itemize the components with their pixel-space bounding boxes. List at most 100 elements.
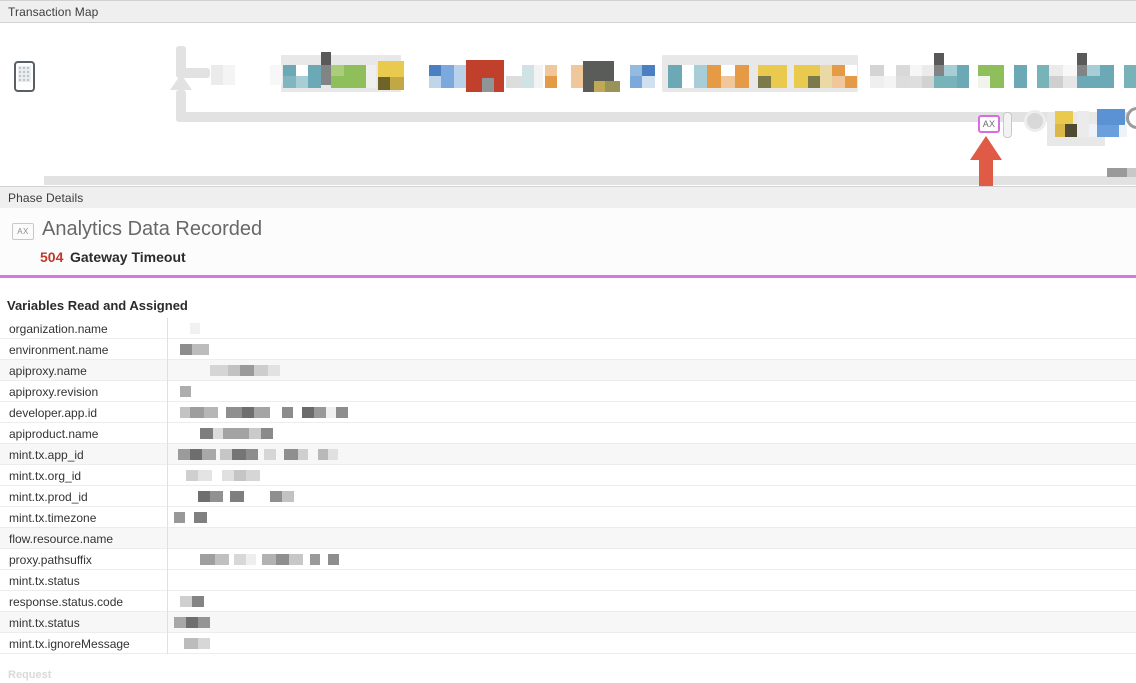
redacted-block [261, 428, 273, 439]
variable-row[interactable]: mint.tx.prod_id [0, 486, 1136, 507]
phase-details-title: Phase Details [8, 191, 84, 205]
redacted-block [326, 407, 336, 418]
phase-accent-rule [0, 275, 1136, 278]
variable-row[interactable]: proxy.pathsuffix [0, 549, 1136, 570]
variable-row[interactable]: environment.name [0, 339, 1136, 360]
variable-column-divider [167, 528, 168, 549]
variable-row[interactable]: mint.tx.status [0, 570, 1136, 591]
redacted-block [223, 428, 249, 439]
next-section-header-partial: Request [0, 668, 1136, 683]
redacted-block [190, 407, 204, 418]
redacted-block [234, 470, 246, 481]
variable-row[interactable]: apiproxy.name [0, 360, 1136, 381]
redacted-block [282, 407, 293, 418]
variable-name: mint.tx.ignoreMessage [9, 637, 130, 651]
ax-marker-badge[interactable]: AX [978, 115, 1000, 133]
redacted-block [180, 596, 192, 607]
variable-column-divider [167, 591, 168, 612]
variable-column-divider [167, 633, 168, 654]
redacted-block [242, 407, 254, 418]
redacted-block [190, 449, 202, 460]
variable-row[interactable]: flow.resource.name [0, 528, 1136, 549]
redacted-block [264, 449, 276, 460]
ax-chip-label: AX [17, 227, 29, 236]
redacted-block [192, 344, 209, 355]
status-text: Gateway Timeout [70, 249, 186, 265]
variable-row[interactable]: mint.tx.status [0, 612, 1136, 633]
redacted-block [282, 491, 294, 502]
redacted-block [254, 365, 268, 376]
redacted-block [276, 554, 289, 565]
variable-row[interactable]: mint.tx.timezone [0, 507, 1136, 528]
redacted-block [246, 554, 256, 565]
redacted-block [302, 407, 314, 418]
redacted-block [202, 449, 216, 460]
redacted-block [230, 491, 244, 502]
variables-heading: Variables Read and Assigned [7, 298, 188, 313]
redacted-block [289, 554, 303, 565]
variable-name: mint.tx.prod_id [9, 490, 88, 504]
variable-column-divider [167, 360, 168, 381]
redacted-block [210, 365, 228, 376]
redacted-block [174, 617, 186, 628]
variable-column-divider [167, 402, 168, 423]
variables-panel: Variables Read and Assigned organization… [0, 282, 1136, 662]
redacted-block [198, 491, 210, 502]
redacted-block [198, 470, 212, 481]
variable-name: flow.resource.name [9, 532, 114, 546]
variable-row[interactable]: apiproxy.revision [0, 381, 1136, 402]
variable-column-divider [167, 507, 168, 528]
variable-row[interactable]: organization.name [0, 318, 1136, 339]
redacted-block [178, 449, 190, 460]
variable-row[interactable]: response.status.code [0, 591, 1136, 612]
redacted-block [194, 512, 207, 523]
redacted-block [226, 407, 242, 418]
variable-column-divider [167, 549, 168, 570]
variable-name: mint.tx.status [9, 574, 80, 588]
red-annotation-arrow [970, 136, 1002, 186]
variable-name: mint.tx.timezone [9, 511, 97, 525]
variable-name: apiproxy.revision [9, 385, 99, 399]
variable-name: apiproxy.name [9, 364, 87, 378]
variable-row[interactable]: mint.tx.app_id [0, 444, 1136, 465]
variable-row[interactable]: mint.tx.ignoreMessage [0, 633, 1136, 654]
redacted-block [192, 596, 204, 607]
redacted-block [249, 428, 261, 439]
redacted-block [213, 428, 223, 439]
variable-row[interactable]: mint.tx.org_id [0, 465, 1136, 486]
variable-column-divider [167, 465, 168, 486]
variable-column-divider [167, 339, 168, 360]
redacted-block [184, 638, 198, 649]
variable-row[interactable]: developer.app.id [0, 402, 1136, 423]
variable-name: apiproduct.name [9, 427, 99, 441]
redacted-block [262, 554, 276, 565]
phase-pill-marker[interactable] [1003, 112, 1012, 138]
redacted-block [328, 554, 339, 565]
transaction-map-header: Transaction Map [0, 0, 1136, 23]
variable-name: developer.app.id [9, 406, 98, 420]
redacted-block [186, 617, 198, 628]
redacted-block [198, 617, 210, 628]
redacted-block [240, 365, 254, 376]
target-endpoint-circle[interactable] [1126, 107, 1136, 129]
status-code: 504 [40, 249, 64, 265]
variable-row[interactable]: apiproduct.name [0, 423, 1136, 444]
variable-name: proxy.pathsuffix [9, 553, 92, 567]
variable-name: mint.tx.status [9, 616, 80, 630]
phase-details-header: Phase Details [0, 186, 1136, 209]
variable-column-divider [167, 444, 168, 465]
transaction-map-canvas[interactable]: AX [0, 24, 1136, 186]
redacted-block [186, 470, 198, 481]
phase-node-circle[interactable] [1024, 110, 1046, 132]
redacted-block [180, 407, 190, 418]
redacted-block [180, 344, 192, 355]
redacted-block [234, 554, 246, 565]
mobile-device-icon [14, 61, 35, 92]
redacted-block [246, 470, 260, 481]
redacted-block [204, 407, 218, 418]
variable-name: environment.name [9, 343, 109, 357]
variable-column-divider [167, 318, 168, 339]
redacted-block [198, 638, 210, 649]
variable-column-divider [167, 570, 168, 591]
variable-name: mint.tx.org_id [9, 469, 82, 483]
